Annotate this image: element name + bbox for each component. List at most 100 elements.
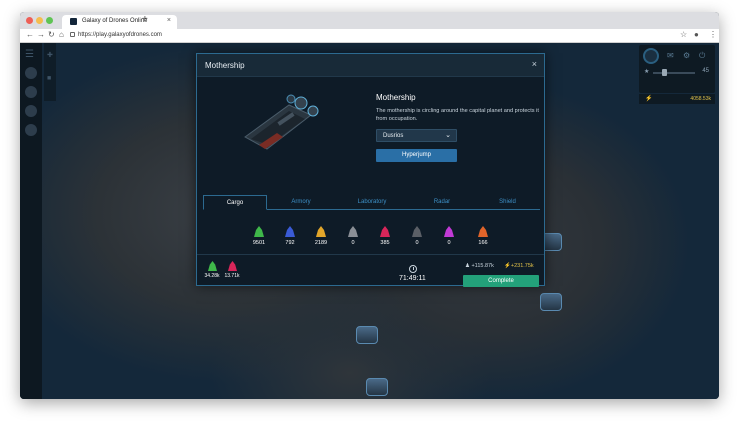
trophy-icon[interactable] (25, 124, 37, 136)
red-crystal-icon (227, 261, 237, 271)
tab-radar[interactable]: Radar (409, 195, 475, 210)
mothership-image (244, 94, 319, 150)
modal-footer: 34.28k 13.71k 71:49:11 ♟ +115.87k ⚡+231.… (197, 254, 544, 287)
resource-value: 166 (478, 240, 488, 246)
back-icon[interactable]: ← (26, 30, 34, 39)
gear-icon[interactable]: ⚙ (683, 51, 690, 60)
resource-slot[interactable]: 0 (407, 226, 427, 246)
ship-name: Mothership (376, 93, 416, 102)
resource-value: 792 (285, 240, 295, 246)
purple-crystal-icon (444, 226, 454, 237)
cargo-summary-item: 13.71k (223, 261, 241, 279)
resource-slot[interactable]: 9501 (249, 226, 269, 246)
hyperjump-button[interactable]: Hyperjump (376, 149, 457, 162)
profile-icon[interactable]: ● (694, 30, 699, 39)
browser-menu-icon[interactable]: ⋮ (709, 30, 717, 39)
forward-icon[interactable]: → (37, 30, 45, 39)
countdown-timer: 71:49:11 (399, 275, 426, 282)
new-tab-button[interactable]: + (142, 14, 148, 25)
resource-slot[interactable]: 385 (375, 226, 395, 246)
resource-value: 0 (415, 240, 419, 246)
tab-shield[interactable]: Shield (475, 195, 540, 210)
energy-earnings: ⚡+231.75k (504, 263, 534, 269)
missions-icon[interactable] (25, 86, 37, 98)
home-icon[interactable]: ⌂ (59, 30, 64, 39)
planet-tools-column: ✚ ■ (44, 43, 56, 101)
resource-slot[interactable]: 0 (343, 226, 363, 246)
close-window-button[interactable] (26, 17, 33, 24)
planet-icon[interactable] (25, 67, 37, 79)
rocket-icon[interactable] (25, 105, 37, 117)
logout-icon[interactable]: ⏻ (699, 51, 705, 61)
red-crystal-icon (380, 226, 390, 237)
close-icon[interactable]: × (532, 59, 537, 69)
mothership-modal: Mothership × Mothership The mothership i… (196, 53, 545, 287)
population-earnings: ♟ +115.87k (465, 263, 494, 269)
zoom-slider-handle[interactable] (661, 69, 667, 76)
resource-value: 9501 (252, 240, 266, 246)
star-icon: ★ (644, 69, 650, 75)
map-building[interactable] (356, 326, 378, 344)
browser-window: Galaxy of Drones Online × + ← → ↻ ⌂ http… (20, 12, 719, 399)
menu-icon[interactable]: ☰ (25, 49, 34, 60)
minimize-window-button[interactable] (36, 17, 43, 24)
complete-label: Complete (488, 278, 514, 284)
resource-slot[interactable]: 792 (280, 226, 300, 246)
power-toggle-icon[interactable] (643, 48, 659, 64)
resource-value: 385 (380, 240, 390, 246)
orange-crystal-icon (478, 226, 488, 237)
tab-armory[interactable]: Armory (267, 195, 335, 210)
energy-earnings-value: +231.75k (510, 263, 534, 269)
dark-crystal-icon (412, 226, 422, 237)
tab-laboratory[interactable]: Laboratory (335, 195, 409, 210)
cargo-value: 13.71k (224, 273, 240, 279)
game-map[interactable]: ☰ ✚ ■ ✉ ⚙ ⏻ ★ 45 ⚡ 4058.53k Mothership ×… (20, 43, 719, 399)
browser-tab[interactable]: Galaxy of Drones Online × (62, 15, 177, 29)
green-crystal-icon (207, 261, 217, 271)
resource-slot[interactable]: 166 (473, 226, 493, 246)
energy-bar: ⚡ 4058.53k (639, 94, 715, 104)
resource-slot[interactable]: 2189 (311, 226, 331, 246)
energy-value: 4058.53k (690, 96, 711, 102)
resource-value: 0 (351, 240, 355, 246)
url-field[interactable]: https://play.galaxyofdrones.com (78, 32, 162, 38)
browser-address-bar: ← → ↻ ⌂ https://play.galaxyofdrones.com … (20, 29, 719, 43)
chevron-down-icon: ⌄ (445, 132, 451, 139)
blue-crystal-icon (285, 226, 295, 237)
site-favicon-icon (70, 18, 77, 25)
planet-select[interactable]: Dusrios ⌄ (376, 129, 457, 142)
modal-header: Mothership × (197, 54, 544, 77)
bookmark-star-icon[interactable]: ☆ (680, 30, 687, 39)
cargo-summary-item: 34.28k (203, 261, 221, 279)
tab-cargo[interactable]: Cargo (203, 195, 267, 210)
lock-icon (70, 32, 75, 37)
tab-close-icon[interactable]: × (167, 17, 171, 24)
zoom-slider-track[interactable] (653, 72, 695, 74)
map-building[interactable] (540, 293, 562, 311)
resource-value: 0 (447, 240, 451, 246)
user-icon[interactable]: ■ (47, 75, 51, 82)
tab-title: Galaxy of Drones Online (82, 18, 148, 24)
mail-icon[interactable]: ✉ (667, 51, 674, 60)
modal-tabs: Cargo Armory Laboratory Radar Shield (203, 195, 540, 210)
clock-icon (409, 265, 417, 273)
yellow-crystal-icon (316, 226, 326, 237)
zoom-value: 45 (702, 68, 709, 74)
green-crystal-icon (254, 226, 264, 237)
energy-icon: ⚡ (645, 96, 653, 102)
energy-icon: ⚡ (504, 263, 511, 269)
hyperjump-label: Hyperjump (401, 152, 431, 158)
resource-value: 2189 (314, 240, 328, 246)
complete-button[interactable]: Complete (463, 275, 539, 287)
reload-icon[interactable]: ↻ (48, 30, 55, 39)
move-icon[interactable]: ✚ (47, 51, 53, 59)
maximize-window-button[interactable] (46, 17, 53, 24)
modal-title: Mothership (205, 61, 245, 70)
map-building[interactable] (366, 378, 388, 396)
resource-slot[interactable]: 0 (439, 226, 459, 246)
population-earnings-value: +115.87k (471, 263, 494, 269)
left-sidebar: ☰ (20, 43, 42, 399)
planet-select-value: Dusrios (383, 133, 404, 139)
ship-description: The mothership is circling around the ca… (376, 108, 539, 122)
cargo-value: 34.28k (204, 273, 220, 279)
